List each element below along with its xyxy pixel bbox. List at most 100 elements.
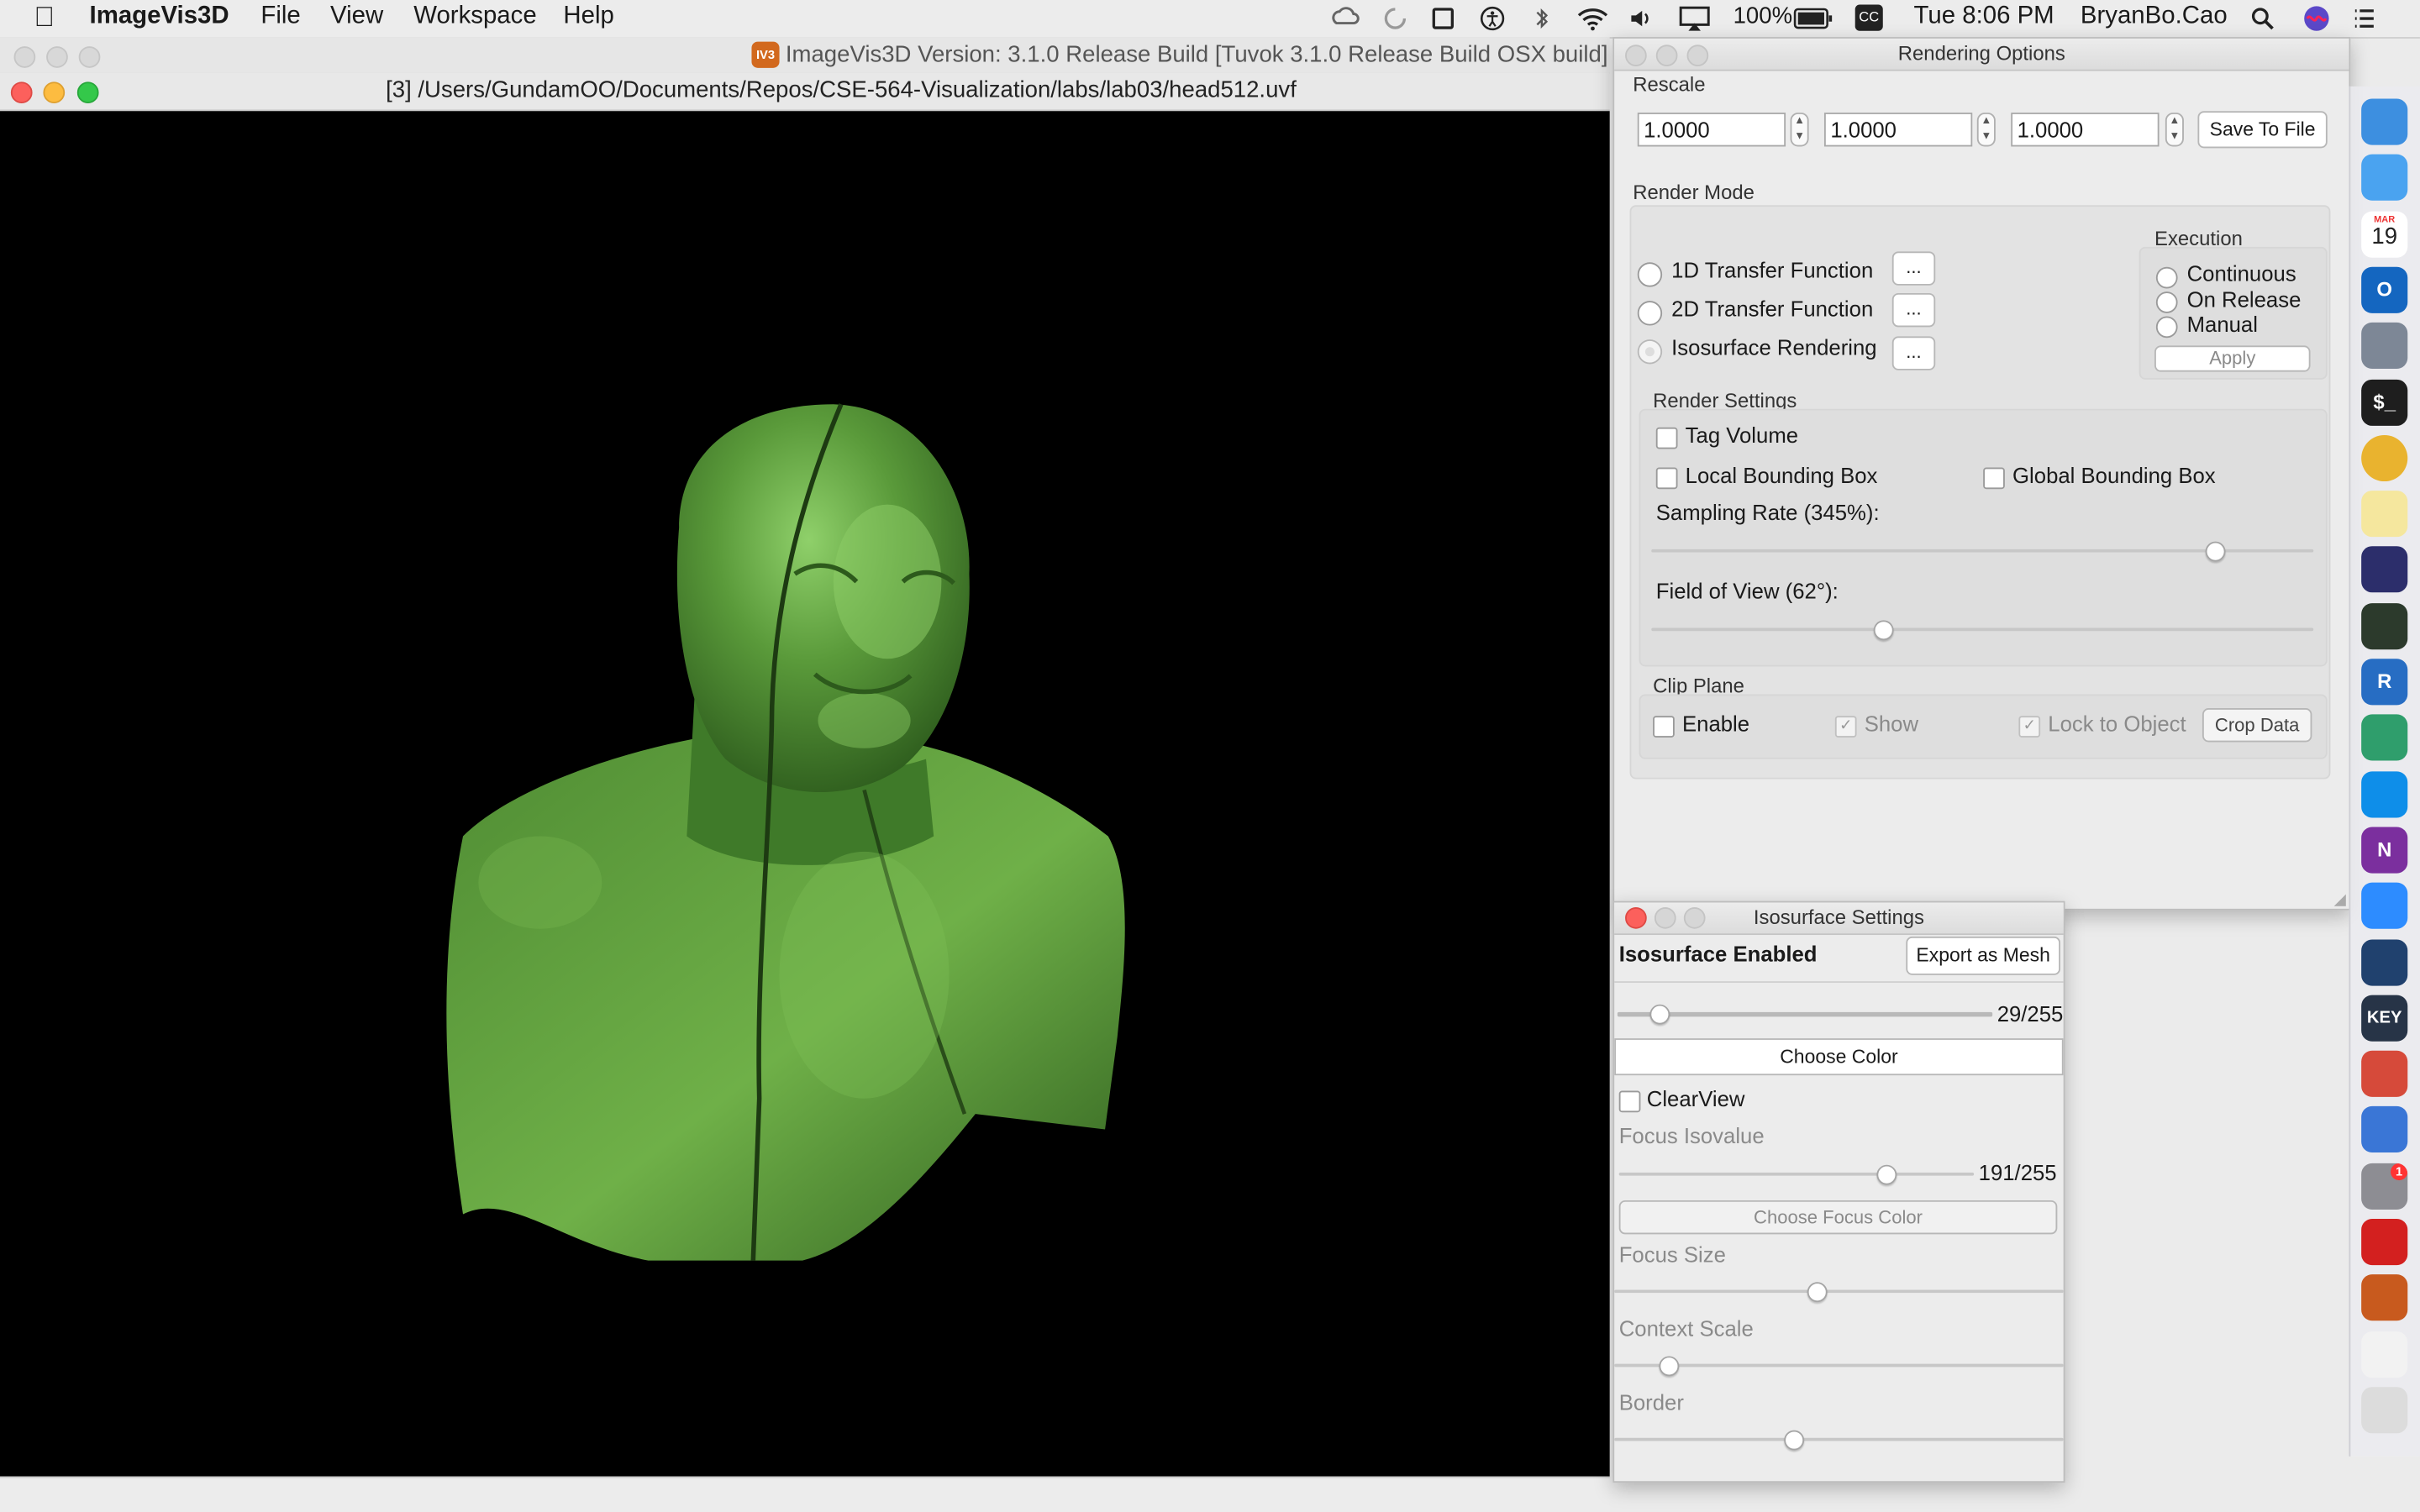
rendering-options-titlebar[interactable]: Rendering Options	[1614, 38, 2349, 71]
rescale-z-stepper[interactable]: ▲ ▼	[2165, 113, 2184, 147]
rescale-x-stepper[interactable]: ▲ ▼	[1790, 113, 1809, 147]
dock-document-stack-icon[interactable]	[2361, 1331, 2408, 1378]
isosurface-settings-titlebar[interactable]: Isosurface Settings	[1614, 902, 2064, 936]
radio-1d-transfer[interactable]	[1637, 262, 1663, 287]
rescale-y-stepper[interactable]: ▲ ▼	[1976, 113, 1996, 147]
isovalue-track[interactable]	[1617, 1011, 1993, 1017]
airplay-icon[interactable]	[1679, 6, 1710, 31]
panel-close-icon[interactable]	[1625, 45, 1647, 66]
render-window-titlebar[interactable]: [3] /Users/GundamOO/Documents/Repos/CSE-…	[0, 72, 1610, 112]
dock-imagevis3d-icon[interactable]	[2361, 1274, 2408, 1321]
spotlight-search-icon[interactable]	[2250, 6, 2275, 30]
edit-isosurface-button[interactable]: ...	[1891, 336, 1936, 370]
dock-disk-app-icon[interactable]	[2361, 1050, 2408, 1098]
clip-show-checkbox[interactable]: ✓	[1834, 716, 1857, 738]
render-viewport[interactable]	[0, 111, 1610, 1477]
bluetooth-icon[interactable]	[1529, 6, 1554, 30]
dock-r-app-icon[interactable]: R	[2361, 659, 2408, 706]
dock-acrobat-icon[interactable]	[2361, 1218, 2408, 1266]
choose-focus-color-button[interactable]: Choose Focus Color	[1618, 1200, 2058, 1235]
apply-button[interactable]: Apply	[2154, 345, 2311, 372]
dock-photos-app-icon[interactable]	[2361, 714, 2408, 762]
menu-workspace[interactable]: Workspace	[413, 3, 536, 31]
cc-badge-icon[interactable]: CC	[1854, 4, 1883, 31]
focus-size-slider-knob[interactable]	[1807, 1282, 1828, 1303]
panel-zoom-icon[interactable]	[1686, 45, 1709, 66]
accessibility-icon[interactable]	[1480, 6, 1505, 31]
choose-color-button[interactable]: Choose Color	[1614, 1038, 2064, 1076]
menubar-clock[interactable]: Tue 8:06 PM	[1914, 3, 2054, 31]
inactive-minimize-icon[interactable]	[46, 46, 68, 68]
notification-center-icon[interactable]	[2352, 6, 2376, 30]
border-slider-knob[interactable]	[1784, 1430, 1805, 1451]
export-as-mesh-button[interactable]: Export as Mesh	[1906, 936, 2060, 975]
dock-quicktime-icon[interactable]	[2361, 938, 2408, 985]
context-scale-track[interactable]	[1614, 1363, 2064, 1368]
app-menu[interactable]: ImageVis3D	[90, 3, 229, 31]
dock-color-app-icon[interactable]	[2361, 1106, 2408, 1153]
field-of-view-track[interactable]	[1651, 627, 2314, 632]
clearview-checkbox[interactable]	[1618, 1090, 1641, 1113]
radio-on-release[interactable]	[2155, 291, 2178, 313]
dock-onenote-icon[interactable]: N	[2361, 827, 2408, 874]
dock-terminal-icon[interactable]: $_	[2361, 378, 2408, 426]
dock-teamviewer-icon[interactable]	[2361, 770, 2408, 817]
clip-enable-checkbox[interactable]	[1653, 716, 1675, 738]
dock-eclipse-icon[interactable]	[2361, 546, 2408, 594]
siri-icon[interactable]	[2302, 5, 2330, 33]
iso-close-icon[interactable]	[1625, 906, 1647, 929]
isovalue-slider-knob[interactable]	[1649, 1004, 1670, 1025]
main-window-titlebar[interactable]: IV3 ImageVis3D Version: 3.1.0 Release Bu…	[0, 37, 1610, 75]
dock-zoom-icon[interactable]	[2361, 882, 2408, 930]
menubar-user[interactable]: BryanBo.Cao	[2081, 3, 2228, 31]
focus-isovalue-slider-knob[interactable]	[1876, 1164, 1897, 1185]
menu-file[interactable]: File	[260, 3, 300, 31]
apple-icon[interactable]: 	[34, 2, 55, 34]
dock-rocket-icon[interactable]	[2361, 323, 2408, 370]
dock-keynote-icon[interactable]: KEY	[2361, 995, 2408, 1042]
iso-zoom-icon[interactable]	[1683, 906, 1706, 929]
volume-icon[interactable]	[1628, 6, 1653, 30]
isosurface-head-render[interactable]	[0, 111, 1610, 1476]
border-track[interactable]	[1614, 1437, 2064, 1441]
lock-to-object-checkbox[interactable]: ✓	[2018, 716, 2041, 738]
radio-manual[interactable]	[2155, 316, 2178, 339]
sync-icon[interactable]	[1383, 6, 1407, 30]
dock-outlook-icon[interactable]: O	[2361, 266, 2408, 313]
resize-grip-icon[interactable]: ◢	[2334, 892, 2346, 909]
dock-notes-icon[interactable]	[2361, 491, 2408, 538]
focus-size-track[interactable]	[1614, 1289, 2064, 1294]
inactive-close-icon[interactable]	[13, 46, 36, 68]
focus-isovalue-track[interactable]	[1618, 1172, 1975, 1176]
radio-continuous[interactable]	[2155, 266, 2178, 289]
menu-view[interactable]: View	[330, 3, 383, 31]
tag-volume-checkbox[interactable]	[1655, 427, 1678, 449]
context-scale-slider-knob[interactable]	[1659, 1356, 1680, 1377]
global-bounding-box-checkbox[interactable]	[1983, 467, 2005, 490]
creative-cloud-icon[interactable]	[1330, 6, 1361, 30]
edit-2d-transfer-button[interactable]: ...	[1891, 292, 1936, 328]
menu-help[interactable]: Help	[563, 3, 613, 31]
rescale-z-field[interactable]: 1.0000	[2011, 113, 2160, 147]
window-icon[interactable]	[1431, 6, 1455, 30]
rescale-y-field[interactable]: 1.0000	[1823, 113, 1973, 147]
save-to-file-button[interactable]: Save To File	[2197, 111, 2328, 149]
crop-data-button[interactable]: Crop Data	[2202, 708, 2312, 743]
inactive-zoom-icon[interactable]	[78, 46, 101, 68]
dock-system-preferences-icon[interactable]: 1	[2361, 1163, 2408, 1210]
local-bounding-box-checkbox[interactable]	[1655, 467, 1678, 490]
dock-finder-icon[interactable]	[2361, 98, 2408, 145]
dock-chrome-icon[interactable]	[2361, 434, 2408, 481]
dock-trash-icon[interactable]	[2361, 1386, 2408, 1434]
battery-icon[interactable]	[1793, 6, 1833, 30]
iso-minimize-icon[interactable]	[1654, 906, 1676, 929]
radio-isosurface-rendering[interactable]	[1637, 339, 1663, 365]
wifi-icon[interactable]	[1576, 6, 1609, 31]
edit-1d-transfer-button[interactable]: ...	[1891, 251, 1936, 286]
dock-activity-monitor-icon[interactable]	[2361, 602, 2408, 649]
sampling-rate-slider-knob[interactable]	[2204, 541, 2225, 562]
dock-pencil-app-icon[interactable]	[2361, 155, 2408, 202]
radio-2d-transfer[interactable]	[1637, 301, 1663, 326]
rescale-x-field[interactable]: 1.0000	[1637, 113, 1786, 147]
panel-minimize-icon[interactable]	[1655, 45, 1678, 66]
